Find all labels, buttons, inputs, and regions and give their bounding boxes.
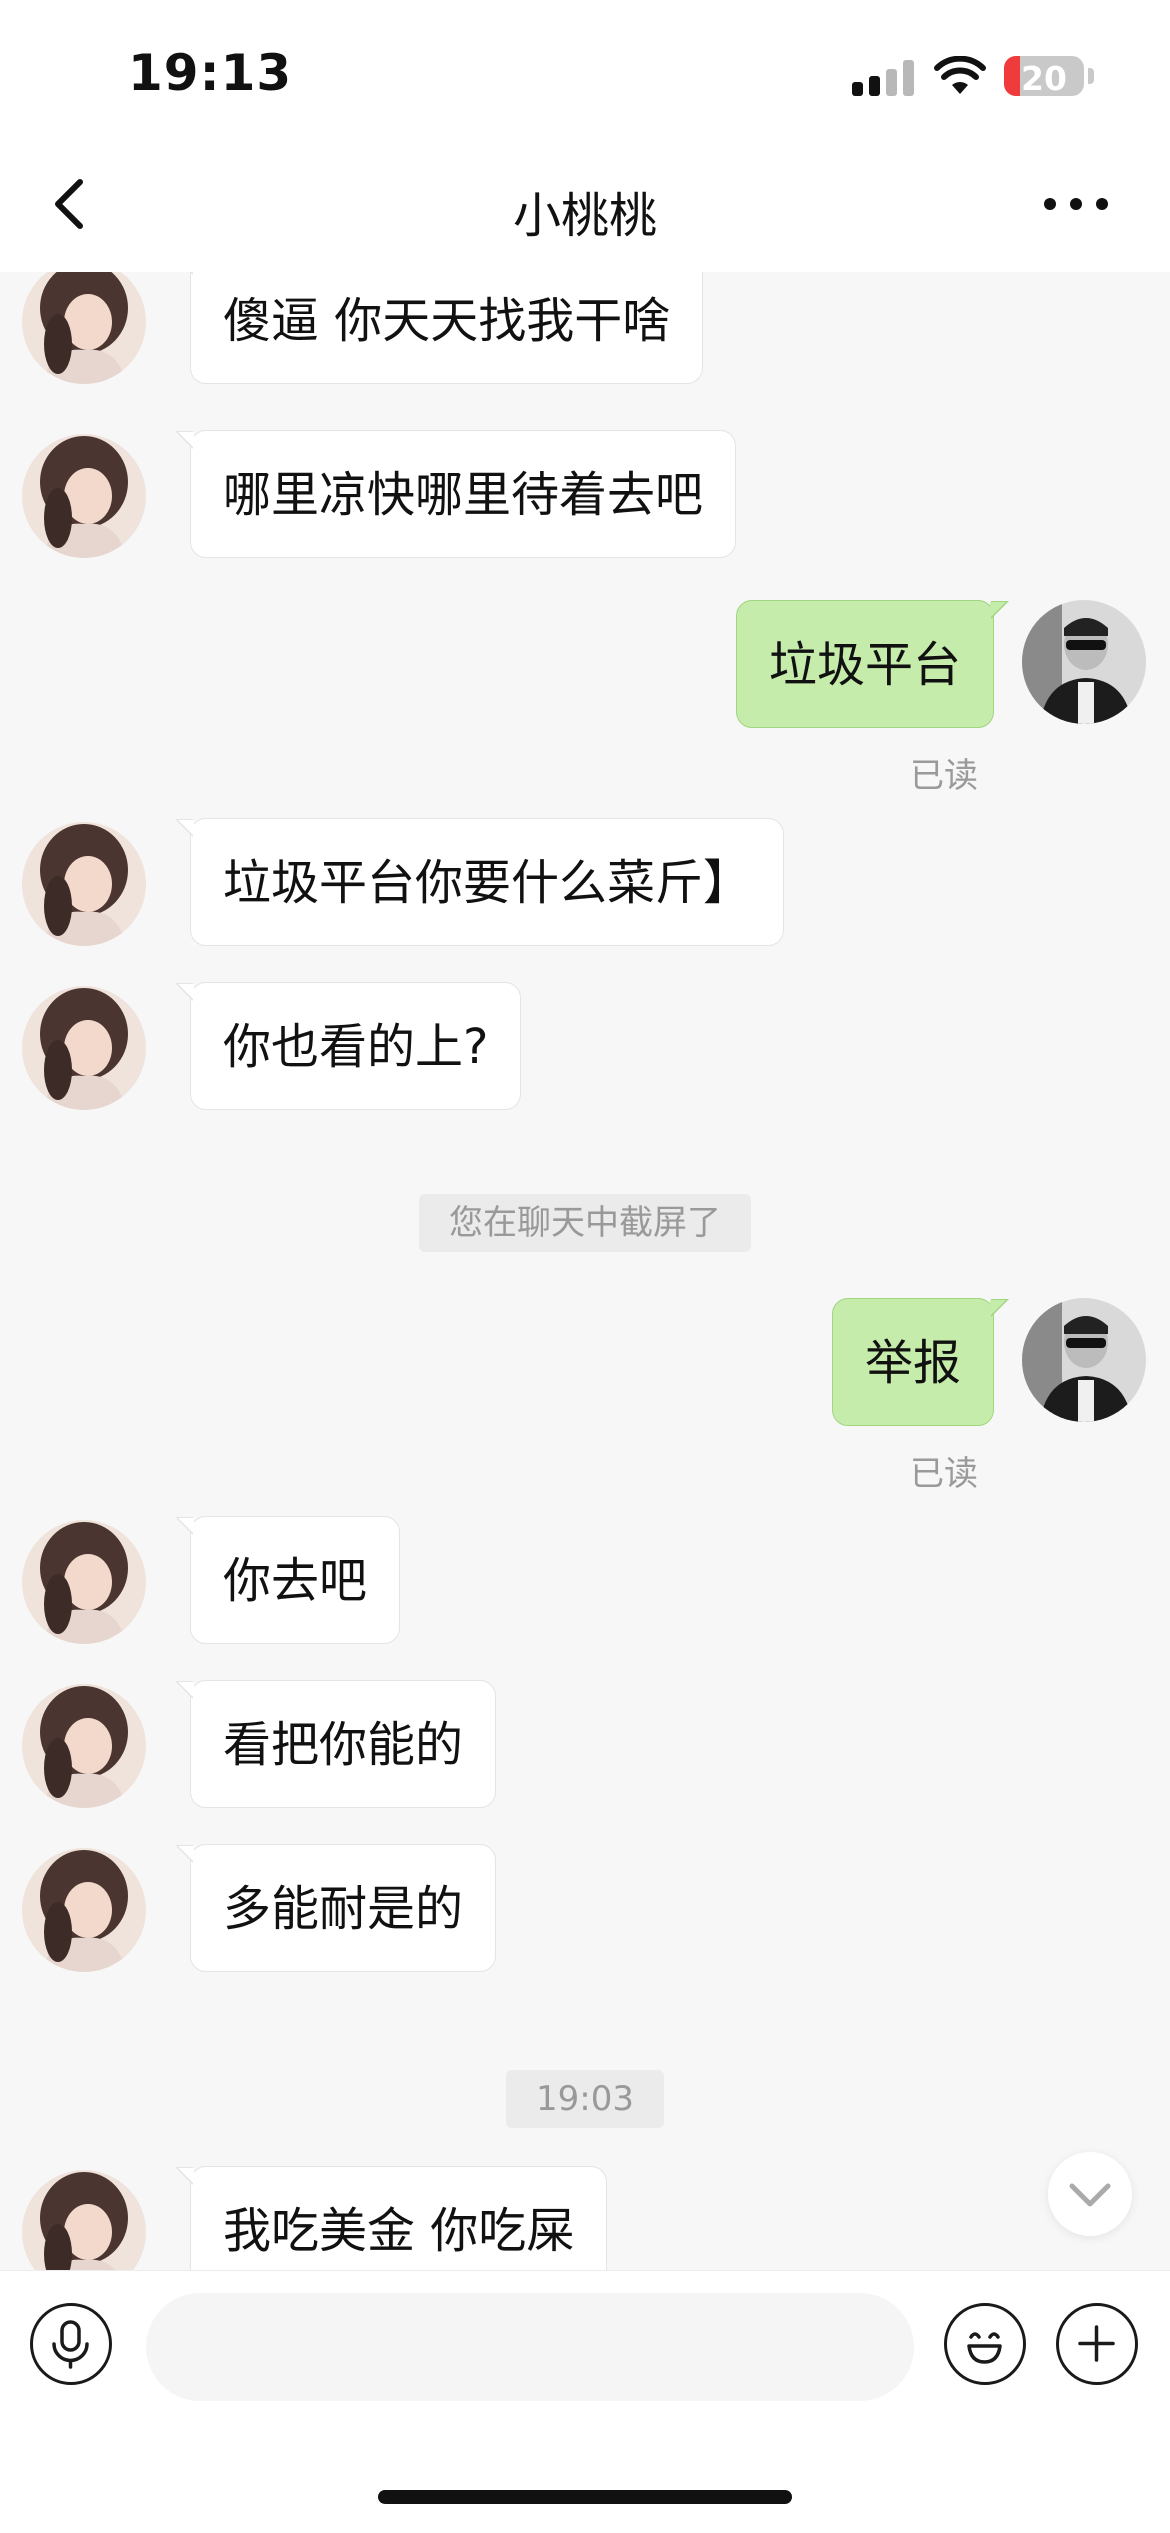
message-row: 我吃美金 你吃屎 (0, 2166, 1170, 2270)
home-indicator (378, 2490, 792, 2504)
contact-avatar[interactable] (22, 986, 146, 1110)
chat-title: 小桃桃 (512, 188, 657, 244)
message-bubble-incoming[interactable]: 我吃美金 你吃屎 (174, 2166, 608, 2270)
message-bubble-incoming[interactable]: 垃圾平台你要什么菜斤】 (174, 818, 785, 946)
message-row: 哪里凉快哪里待着去吧 (0, 430, 1170, 570)
read-status: 已读 (910, 1454, 978, 1494)
more-actions-button[interactable] (1056, 2303, 1138, 2385)
contact-avatar[interactable] (22, 434, 146, 558)
contact-avatar[interactable] (22, 1520, 146, 1644)
battery-tip (1088, 68, 1094, 84)
message-row: 傻逼 你天天找我干啥 (0, 272, 1170, 396)
voice-input-button[interactable] (30, 2303, 112, 2385)
contact-avatar[interactable] (22, 2170, 146, 2270)
my-avatar[interactable] (1022, 600, 1146, 724)
message-bubble-outgoing[interactable]: 举报 (831, 1298, 1010, 1426)
message-row: 垃圾平台 已读 (0, 600, 1170, 800)
plus-icon (1078, 2325, 1115, 2362)
message-row: 举报 已读 (0, 1298, 1170, 1498)
emoji-button[interactable] (944, 2303, 1026, 2385)
message-row: 垃圾平台你要什么菜斤】 (0, 818, 1170, 958)
message-bubble-incoming[interactable]: 看把你能的 (174, 1680, 497, 1808)
battery-icon: 20 (1004, 56, 1084, 96)
message-row: 你也看的上? (0, 982, 1170, 1122)
screenshot-notice: 您在聊天中截屏了 (0, 1194, 1170, 1252)
message-bubble-incoming[interactable]: 你也看的上? (174, 982, 522, 1110)
microphone-icon (52, 2320, 89, 2369)
contact-avatar[interactable] (22, 1684, 146, 1808)
system-message: 您在聊天中截屏了 (419, 1194, 751, 1252)
scroll-to-bottom-button[interactable] (1048, 2152, 1132, 2236)
message-bubble-incoming[interactable]: 傻逼 你天天找我干啥 (174, 272, 704, 384)
battery-percentage: 20 (1021, 59, 1067, 96)
message-bubble-incoming[interactable]: 你去吧 (174, 1516, 401, 1644)
message-row: 你去吧 (0, 1516, 1170, 1656)
message-row: 多能耐是的 (0, 1844, 1170, 1984)
contact-avatar[interactable] (22, 1848, 146, 1972)
time-label: 19:03 (506, 2070, 664, 2128)
contact-avatar[interactable] (22, 272, 146, 384)
message-input[interactable] (146, 2293, 914, 2401)
chevron-down-icon (1069, 2183, 1111, 2207)
message-bubble-incoming[interactable]: 哪里凉快哪里待着去吧 (174, 430, 737, 558)
read-status: 已读 (910, 756, 978, 796)
status-time: 19:13 (128, 44, 293, 102)
chat-header: 小桃桃 (0, 140, 1170, 272)
message-list[interactable]: 傻逼 你天天找我干啥 哪里凉快哪里待着去吧 垃圾平台 已读 垃圾平台你要什么菜斤… (0, 272, 1170, 2270)
emoji-icon (967, 2332, 1002, 2364)
message-row: 看把你能的 (0, 1680, 1170, 1820)
contact-avatar[interactable] (22, 822, 146, 946)
time-divider: 19:03 (0, 2070, 1170, 2128)
message-bubble-outgoing[interactable]: 垃圾平台 (735, 600, 1010, 728)
my-avatar[interactable] (1022, 1298, 1146, 1422)
status-bar: 19:13 20 (0, 0, 1170, 140)
cellular-signal-icon (852, 60, 914, 96)
message-bubble-incoming[interactable]: 多能耐是的 (174, 1844, 497, 1972)
more-horizontal-icon[interactable] (1036, 176, 1116, 232)
wifi-icon (934, 56, 986, 94)
